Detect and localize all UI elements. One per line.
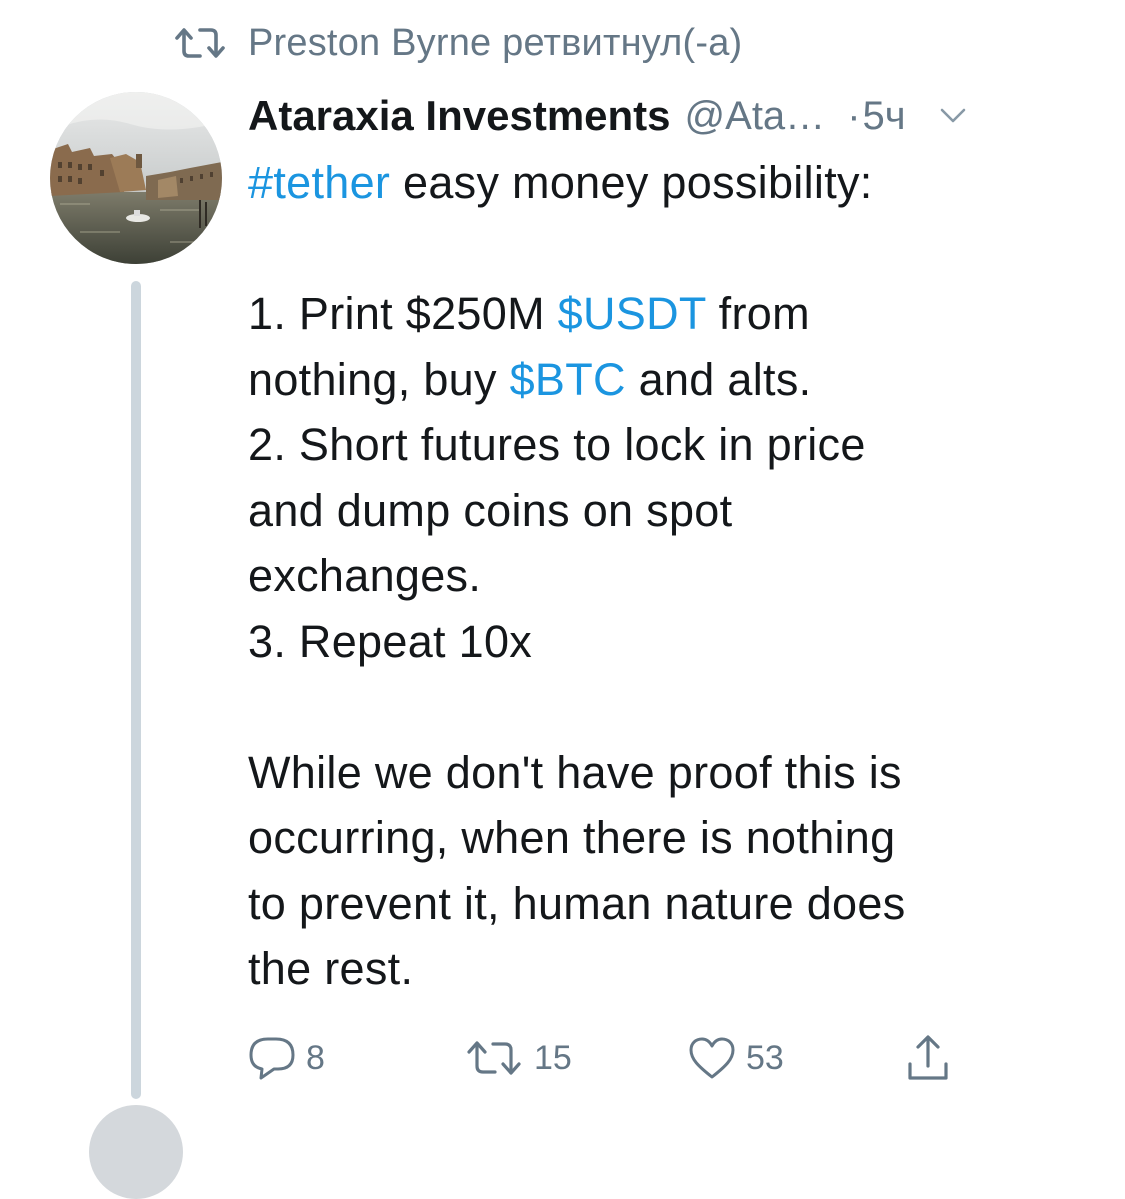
avatar-image xyxy=(50,92,222,264)
retweet-context[interactable]: Preston Byrne ретвитнул(-а) xyxy=(172,18,742,68)
tweet-text: #tether easy money possibility: 1. Print… xyxy=(248,150,1108,1002)
display-name[interactable]: Ataraxia Investments xyxy=(248,92,671,140)
retweet-button[interactable]: 15 xyxy=(464,1030,572,1086)
hashtag-link[interactable]: #tether xyxy=(248,157,390,208)
cashtag-link[interactable]: $USDT xyxy=(558,288,706,339)
tweet-line: the rest. xyxy=(248,943,414,994)
retweet-count: 15 xyxy=(534,1038,572,1077)
tweet-line: 1. Print $250M $USDT from xyxy=(248,288,810,339)
tweet-line: 2. Short futures to lock in price xyxy=(248,419,866,470)
tweet-line: #tether easy money possibility: xyxy=(248,157,873,208)
reply-button[interactable]: 8 xyxy=(248,1030,325,1086)
cashtag-link[interactable]: $BTC xyxy=(510,354,626,405)
retweet-context-label: Preston Byrne ретвитнул(-а) xyxy=(248,21,743,64)
retweet-icon xyxy=(172,25,228,61)
reply-icon xyxy=(248,1036,296,1080)
thread-line xyxy=(131,281,141,1099)
avatar[interactable] xyxy=(50,92,222,264)
tweet-line: 3. Repeat 10x xyxy=(248,615,533,667)
heart-icon xyxy=(688,1036,736,1080)
separator-dot: · xyxy=(847,93,861,138)
share-icon xyxy=(906,1034,950,1082)
user-handle[interactable]: @Ata… xyxy=(685,94,826,139)
retweet-icon xyxy=(464,1038,524,1078)
share-button[interactable] xyxy=(906,1030,950,1086)
tweet-line: exchanges. xyxy=(248,550,482,601)
like-button[interactable]: 53 xyxy=(688,1030,784,1086)
tweet-header: Ataraxia Investments @Ata… · 5ч xyxy=(248,88,1108,144)
action-bar: 8 15 53 xyxy=(248,1030,988,1086)
chevron-down-icon[interactable] xyxy=(940,108,966,124)
next-avatar[interactable] xyxy=(89,1105,183,1199)
tweet-line: While we don't have proof this is xyxy=(248,746,902,798)
tweet-line: occurring, when there is nothing xyxy=(248,812,896,863)
timestamp[interactable]: 5ч xyxy=(863,94,906,139)
tweet-line: and dump coins on spot xyxy=(248,484,733,536)
tweet-line: nothing, buy $BTC and alts. xyxy=(248,353,812,405)
reply-count: 8 xyxy=(306,1038,325,1077)
like-count: 53 xyxy=(746,1038,784,1077)
tweet-line: to prevent it, human nature does xyxy=(248,877,906,929)
